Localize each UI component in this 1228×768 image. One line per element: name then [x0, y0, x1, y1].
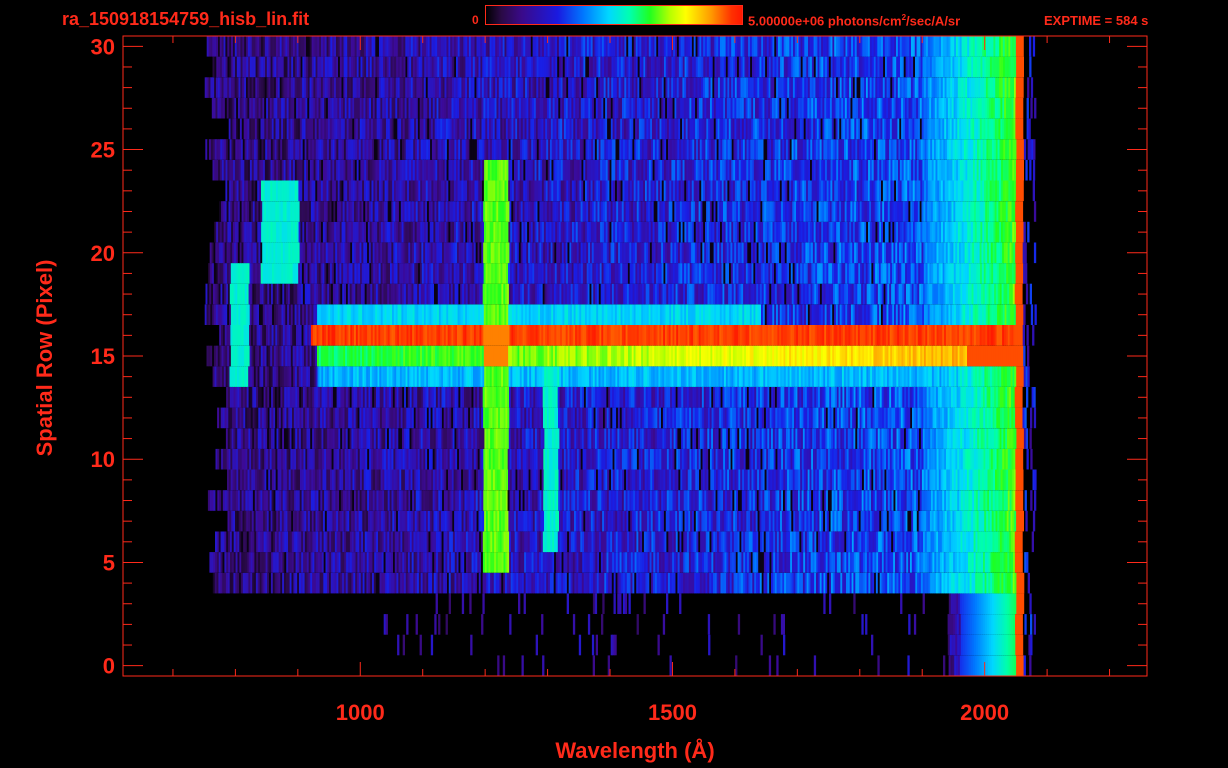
y-axis-label: Spatial Row (Pixel) [32, 260, 57, 457]
y-tick-label: 10 [91, 447, 115, 472]
y-tick-label: 25 [91, 138, 115, 163]
y-tick-label: 30 [91, 34, 115, 59]
x-tick-label: 1000 [336, 700, 385, 725]
y-tick-label: 5 [103, 550, 115, 575]
y-tick-label: 20 [91, 241, 115, 266]
spectrum-image-chart: 1000 1500 2000051015202530 Wavelength (Å) … [32, 34, 1148, 763]
spectral-image [204, 36, 1037, 676]
y-tick-label: 0 [103, 654, 115, 679]
x-axis-label: Wavelength (Å) [555, 737, 714, 763]
x-tick-label: 2000 [960, 700, 1009, 725]
x-tick-label: 1500 [648, 700, 697, 725]
y-tick-label: 15 [91, 344, 115, 369]
